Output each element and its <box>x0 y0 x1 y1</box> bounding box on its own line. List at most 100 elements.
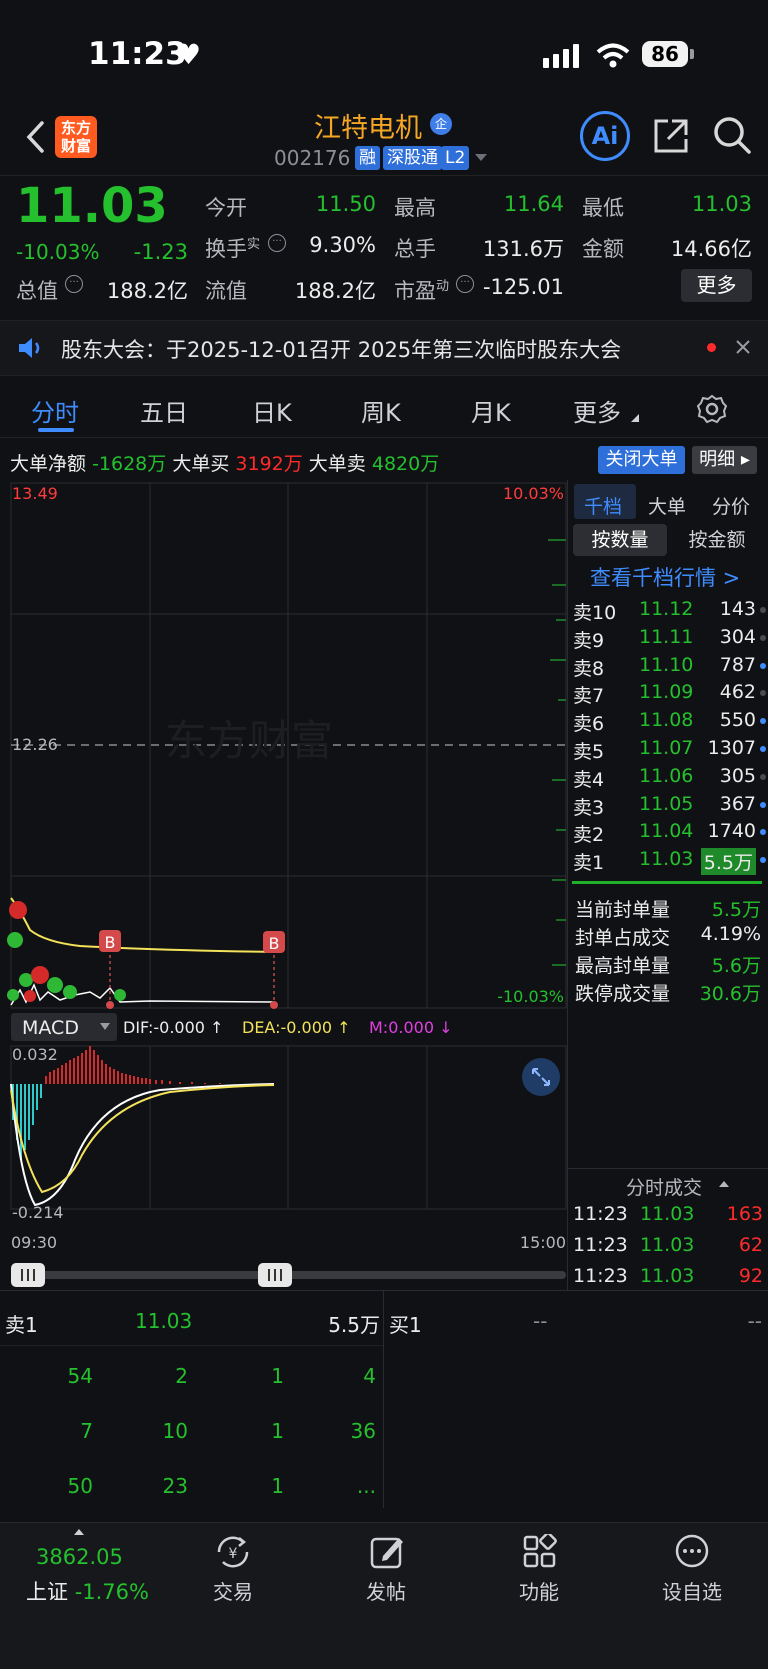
search-icon[interactable] <box>712 115 752 157</box>
index-summary[interactable]: 上证 -1.76% <box>26 1576 149 1606</box>
sz-connect-tag: 深股通 <box>383 146 442 170</box>
amount-value: 14.66亿 <box>670 237 752 261</box>
stat-value: 4.19% <box>700 923 761 945</box>
time-range-slider[interactable] <box>11 1263 566 1287</box>
open-label: 今开 <box>205 196 247 220</box>
tick-time: 11:23 <box>573 1234 628 1256</box>
ticks-title[interactable]: 分时成交 <box>626 1173 702 1200</box>
ask-row[interactable]: 卖6 11.08 550 <box>573 709 768 735</box>
ask-volume: 1307 <box>707 737 756 759</box>
view-thousand-link[interactable]: 查看千档行情 > <box>590 562 740 592</box>
index-value[interactable]: 3862.05 <box>36 1545 123 1569</box>
tick-price: 11.03 <box>640 1265 695 1287</box>
tab-weekly-k[interactable]: 周K <box>361 393 401 428</box>
tick-row: 11:23 11.03 163 <box>573 1203 763 1229</box>
stat-row: 跌停成交量 30.6万 <box>575 979 761 1005</box>
ask-dot <box>760 662 766 669</box>
close-icon[interactable] <box>735 339 751 355</box>
tab-five-day[interactable]: 五日 <box>140 393 188 428</box>
queue-divider <box>0 1345 383 1346</box>
expand-icon[interactable] <box>522 1058 560 1096</box>
ask-row[interactable]: 卖5 11.07 1307 <box>573 737 768 763</box>
nav-functions[interactable]: 功能 <box>499 1576 579 1605</box>
ask-row[interactable]: 卖2 11.04 1740 <box>573 820 768 846</box>
dropdown-icon[interactable] <box>474 153 488 163</box>
intraday-chart[interactable]: 东方财富 B B 13.49 10.03% 12.26 -10.03% MACD… <box>0 480 570 1300</box>
tick-price: 11.03 <box>640 1234 695 1256</box>
settings-gear-icon[interactable] <box>697 394 727 424</box>
nav-post[interactable]: 发帖 <box>346 1576 426 1605</box>
ob-tab-price[interactable]: 分价 <box>712 492 750 519</box>
unread-dot <box>707 343 716 352</box>
detail-button[interactable]: 明细 ▸ <box>692 446 757 474</box>
nav-trade[interactable]: 交易 <box>193 1576 273 1605</box>
ask-level-label: 卖8 <box>573 657 605 680</box>
tab-monthly-k[interactable]: 月K <box>471 393 511 428</box>
stock-name[interactable]: 江特电机 <box>314 106 422 145</box>
ask-row[interactable]: 卖4 11.06 305 <box>573 765 768 791</box>
tick-volume: 163 <box>726 1203 763 1225</box>
close-big-order-button[interactable]: 关闭大单 <box>598 446 685 474</box>
level1-vertical-divider <box>383 1290 384 1508</box>
turnover-label: 换手实 <box>205 237 261 261</box>
tab-daily-k[interactable]: 日K <box>252 393 292 428</box>
tab-more[interactable]: 更多 <box>573 393 621 428</box>
queue-cell: 1 <box>271 1364 284 1388</box>
by-amount-button[interactable]: 按金额 <box>672 524 762 556</box>
buy1-label: 买1 <box>389 1313 422 1337</box>
ob-tab-thousand[interactable]: 千档 <box>584 492 622 519</box>
ask-row[interactable]: 卖8 11.10 787 <box>573 654 768 680</box>
ask-row[interactable]: 卖9 11.11 304 <box>573 626 768 652</box>
macd-top-label: 0.032 <box>12 1045 58 1064</box>
info-icon[interactable]: ··· <box>65 275 83 293</box>
tab-intraday[interactable]: 分时 <box>31 393 79 428</box>
post-icon[interactable] <box>369 1534 405 1570</box>
pct-top-label: 10.03% <box>503 484 564 503</box>
volume-value: 131.6万 <box>482 237 564 261</box>
nav-add-watchlist[interactable]: 设自选 <box>652 1576 732 1605</box>
expand-up-icon[interactable] <box>73 1528 85 1536</box>
stat-value: 5.5万 <box>711 899 761 921</box>
ask-volume: 1740 <box>707 820 756 843</box>
change-value: -1.23 <box>133 240 188 264</box>
functions-icon[interactable] <box>522 1534 558 1570</box>
ask-level-label: 卖3 <box>573 796 605 819</box>
stat-value: 30.6万 <box>699 983 761 1005</box>
buy1-volume: -- <box>747 1309 762 1333</box>
ask-row[interactable]: 卖1 11.03 5.5万 <box>573 848 768 876</box>
ask-price: 11.05 <box>639 792 694 815</box>
queue-cell: 54 <box>67 1364 93 1388</box>
add-watchlist-icon[interactable] <box>674 1533 710 1569</box>
ask-bid-divider <box>572 881 762 884</box>
total-mv-value: 188.2亿 <box>106 279 188 303</box>
buy-marker[interactable]: B <box>263 931 285 1009</box>
ask-row[interactable]: 卖7 11.09 462 <box>573 681 768 707</box>
ai-button[interactable]: Ai <box>580 111 630 161</box>
trade-icon[interactable]: ¥ <box>213 1534 253 1570</box>
share-icon[interactable] <box>652 117 690 155</box>
notice-text[interactable]: 股东大会：于2025-12-01召开 2025年第三次临时股东大会 <box>61 334 621 364</box>
by-quantity-button[interactable]: 按数量 <box>573 524 667 556</box>
dif-value: DIF:-0.000 ↑ <box>123 1018 223 1037</box>
stat-value: 5.6万 <box>711 955 761 977</box>
status-time: 11:23 <box>88 36 187 72</box>
info-icon[interactable]: ··· <box>268 234 286 252</box>
back-arrow-icon[interactable] <box>24 120 46 154</box>
queue-cell: 23 <box>162 1474 188 1498</box>
ask-row[interactable]: 卖3 11.05 367 <box>573 793 768 819</box>
ask-volume: 367 <box>719 792 756 815</box>
ob-tab-big-order[interactable]: 大单 <box>648 492 686 519</box>
high-label: 最高 <box>394 196 436 220</box>
total-mv-label: 总值 <box>16 279 58 303</box>
info-icon[interactable]: ··· <box>456 275 474 293</box>
low-value: 11.03 <box>691 192 752 216</box>
tabs-divider <box>0 437 768 438</box>
ask-volume: 550 <box>719 709 756 732</box>
more-button[interactable]: 更多 <box>681 269 752 302</box>
macd-selector[interactable]: MACD <box>22 1017 79 1039</box>
ask-price: 11.07 <box>639 737 694 759</box>
queue-cell: 1 <box>271 1419 284 1443</box>
ask-dot <box>760 829 766 836</box>
tick-volume: 92 <box>738 1265 763 1287</box>
ask-row[interactable]: 卖10 11.12 143 <box>573 598 768 624</box>
